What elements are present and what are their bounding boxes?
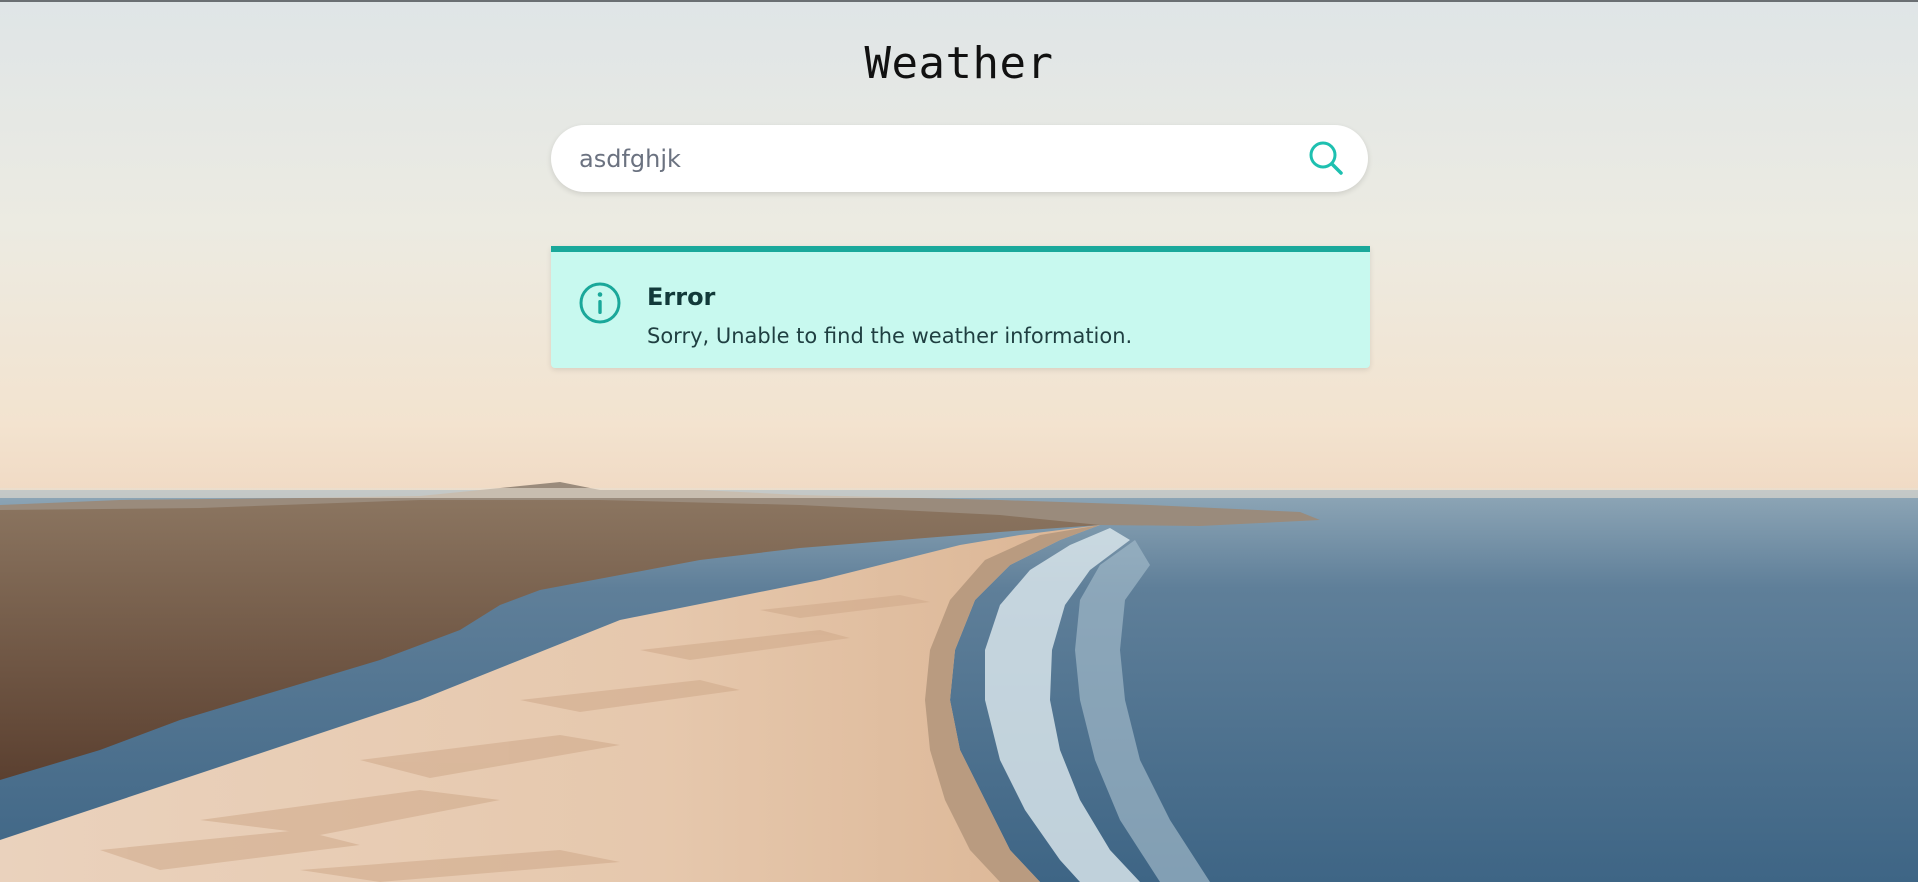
info-icon (579, 282, 621, 324)
search-input[interactable] (579, 125, 1279, 192)
page-title: Weather (864, 38, 1054, 89)
search-bar (551, 125, 1368, 192)
window-top-border (0, 0, 1918, 2)
search-button[interactable] (1306, 138, 1346, 178)
alert-message: Sorry, Unable to find the weather inform… (647, 324, 1133, 348)
search-icon (1309, 141, 1343, 175)
error-alert: Error Sorry, Unable to find the weather … (551, 246, 1370, 368)
alert-title: Error (647, 283, 716, 311)
